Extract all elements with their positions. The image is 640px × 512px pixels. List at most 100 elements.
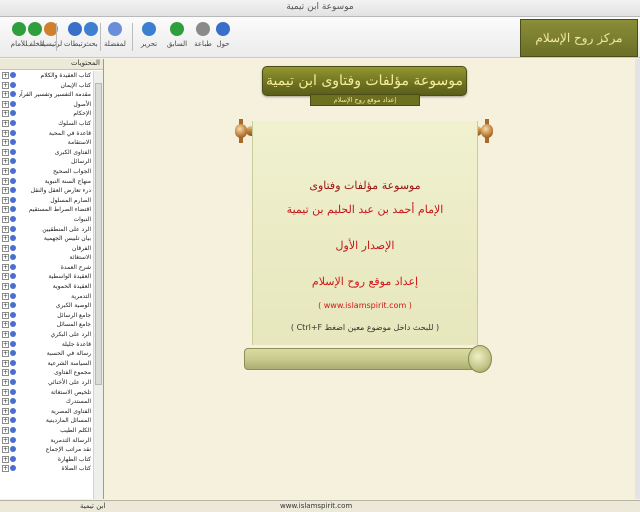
expand-icon[interactable]: + xyxy=(2,196,9,204)
toolbar-button-search[interactable]: بحث xyxy=(80,20,102,54)
tree-item[interactable]: + الإحكام xyxy=(0,109,93,119)
sidebar-scrollbar[interactable] xyxy=(93,71,103,499)
tree-item[interactable]: + الرسائل xyxy=(0,157,93,167)
expand-icon[interactable]: + xyxy=(2,81,9,89)
expand-icon[interactable]: + xyxy=(2,72,9,79)
expand-icon[interactable]: + xyxy=(2,398,9,406)
tree-item[interactable]: + درء تعارض العقل والنقل xyxy=(0,186,93,196)
tree-item[interactable]: + الأصول xyxy=(0,100,93,110)
expand-icon[interactable]: + xyxy=(2,350,9,358)
tree-item[interactable]: + السياسة الشرعية xyxy=(0,359,93,369)
tree-item[interactable]: + الاستقامة xyxy=(0,138,93,148)
expand-icon[interactable]: + xyxy=(2,331,9,339)
tree-item[interactable]: + الرد على البكري xyxy=(0,330,93,340)
tree-item[interactable]: + تلخيص الاستغاثة xyxy=(0,388,93,398)
expand-icon[interactable]: + xyxy=(2,167,9,175)
book-icon xyxy=(10,340,16,347)
expand-icon[interactable]: + xyxy=(2,119,9,127)
expand-icon[interactable]: + xyxy=(2,292,9,300)
tree-item[interactable]: + رسالة في الحسبة xyxy=(0,349,93,359)
expand-icon[interactable]: + xyxy=(2,407,9,415)
expand-icon[interactable]: + xyxy=(2,417,9,425)
tree-item[interactable]: + كتاب السلوك xyxy=(0,119,93,129)
tree-item[interactable]: + شرح العمدة xyxy=(0,263,93,273)
expand-icon[interactable]: + xyxy=(2,263,9,271)
expand-icon[interactable]: + xyxy=(2,139,9,147)
tree-item[interactable]: + المسائل الماردينية xyxy=(0,416,93,426)
expand-icon[interactable]: + xyxy=(2,302,9,310)
main-scrollbar[interactable] xyxy=(635,59,640,499)
tree-item[interactable]: + الفتاوى المصرية xyxy=(0,407,93,417)
tree-item-label: المستدرك xyxy=(65,398,91,406)
tree-item[interactable]: + اقتضاء الصراط المستقيم xyxy=(0,205,93,215)
toolbar-button-home[interactable]: الرئيسية xyxy=(40,20,62,54)
tree-item[interactable]: + الرد على المنطقيين xyxy=(0,225,93,235)
expand-icon[interactable]: + xyxy=(2,359,9,367)
tree-item[interactable]: + كتاب الطهارة xyxy=(0,455,93,465)
expand-icon[interactable]: + xyxy=(2,129,9,137)
expand-icon[interactable]: + xyxy=(2,369,9,377)
tree-item[interactable]: + الفرقان xyxy=(0,244,93,254)
tree-item[interactable]: + جامع الرسائل xyxy=(0,311,93,321)
toolbar-button-print[interactable]: طباعة xyxy=(192,20,214,54)
tree-item[interactable]: + الصارم المسلول xyxy=(0,196,93,206)
tree-item[interactable]: + العقيدة الحموية xyxy=(0,282,93,292)
book-icon xyxy=(10,359,16,366)
tree-item[interactable]: + كتاب الإيمان xyxy=(0,81,93,91)
tree-item[interactable]: + التدمرية xyxy=(0,292,93,302)
expand-icon[interactable]: + xyxy=(2,426,9,434)
tree-item[interactable]: + بيان تلبيس الجهمية xyxy=(0,234,93,244)
tree-item[interactable]: + نقد مراتب الإجماع xyxy=(0,445,93,455)
tree-item[interactable]: + الفتاوى الكبرى xyxy=(0,148,93,158)
expand-icon[interactable]: + xyxy=(2,340,9,348)
toolbar-button-about[interactable]: حول xyxy=(212,20,234,54)
tree-item[interactable]: + الكلم الطيب xyxy=(0,426,93,436)
toolbar-button-edit[interactable]: تحرير xyxy=(138,20,160,54)
expand-icon[interactable]: + xyxy=(2,283,9,291)
expand-icon[interactable]: + xyxy=(2,187,9,195)
expand-icon[interactable]: + xyxy=(2,206,9,214)
toolbar-button-history[interactable]: السابق xyxy=(166,20,188,54)
expand-icon[interactable]: + xyxy=(2,311,9,319)
tree-item[interactable]: + الرسالة التدمرية xyxy=(0,436,93,446)
website-link[interactable]: ( www.islamspirit.com ) xyxy=(253,301,477,310)
expand-icon[interactable]: + xyxy=(2,91,9,99)
expand-icon[interactable]: + xyxy=(2,148,9,156)
toolbar-button-favorites[interactable]: المفضلة xyxy=(104,20,126,54)
expand-icon[interactable]: + xyxy=(2,177,9,185)
tree-item-label: السياسة الشرعية xyxy=(47,359,91,367)
tree-item[interactable]: + قاعدة جليلة xyxy=(0,340,93,350)
expand-icon[interactable]: + xyxy=(2,110,9,118)
tree-item[interactable]: + جامع المسائل xyxy=(0,320,93,330)
expand-icon[interactable]: + xyxy=(2,158,9,166)
tree-item[interactable]: + منهاج السنة النبوية xyxy=(0,177,93,187)
expand-icon[interactable]: + xyxy=(2,388,9,396)
tree-item[interactable]: + مقدمة التفسير وتفسير القرآن xyxy=(0,90,93,100)
expand-icon[interactable]: + xyxy=(2,215,9,223)
tree-item[interactable]: + المستدرك xyxy=(0,397,93,407)
expand-icon[interactable]: + xyxy=(2,465,9,473)
expand-icon[interactable]: + xyxy=(2,254,9,262)
expand-icon[interactable]: + xyxy=(2,436,9,444)
expand-icon[interactable]: + xyxy=(2,273,9,281)
tree-item[interactable]: + العقيدة الواسطية xyxy=(0,272,93,282)
tree-item[interactable]: + مجموع الفتاوى xyxy=(0,368,93,378)
expand-icon[interactable]: + xyxy=(2,235,9,243)
expand-icon[interactable]: + xyxy=(2,455,9,463)
tree-item[interactable]: + النبوات xyxy=(0,215,93,225)
expand-icon[interactable]: + xyxy=(2,100,9,108)
title-bar: موسوعة ابن تيمية xyxy=(0,0,640,17)
tree-item[interactable]: + الوصية الكبرى xyxy=(0,301,93,311)
tree-item[interactable]: + كتاب العقيدة والكلام xyxy=(0,71,93,81)
expand-icon[interactable]: + xyxy=(2,244,9,252)
tree-item[interactable]: + الرد على الأخنائي xyxy=(0,378,93,388)
sidebar-scroll-thumb[interactable] xyxy=(95,83,102,385)
tree-item[interactable]: + الجواب الصحيح xyxy=(0,167,93,177)
expand-icon[interactable]: + xyxy=(2,321,9,329)
expand-icon[interactable]: + xyxy=(2,446,9,454)
tree-item[interactable]: + الاستغاثة xyxy=(0,253,93,263)
tree-item[interactable]: + كتاب الصلاة xyxy=(0,464,93,474)
expand-icon[interactable]: + xyxy=(2,379,9,386)
tree-item[interactable]: + قاعدة في المحبة xyxy=(0,129,93,139)
expand-icon[interactable]: + xyxy=(2,225,9,233)
